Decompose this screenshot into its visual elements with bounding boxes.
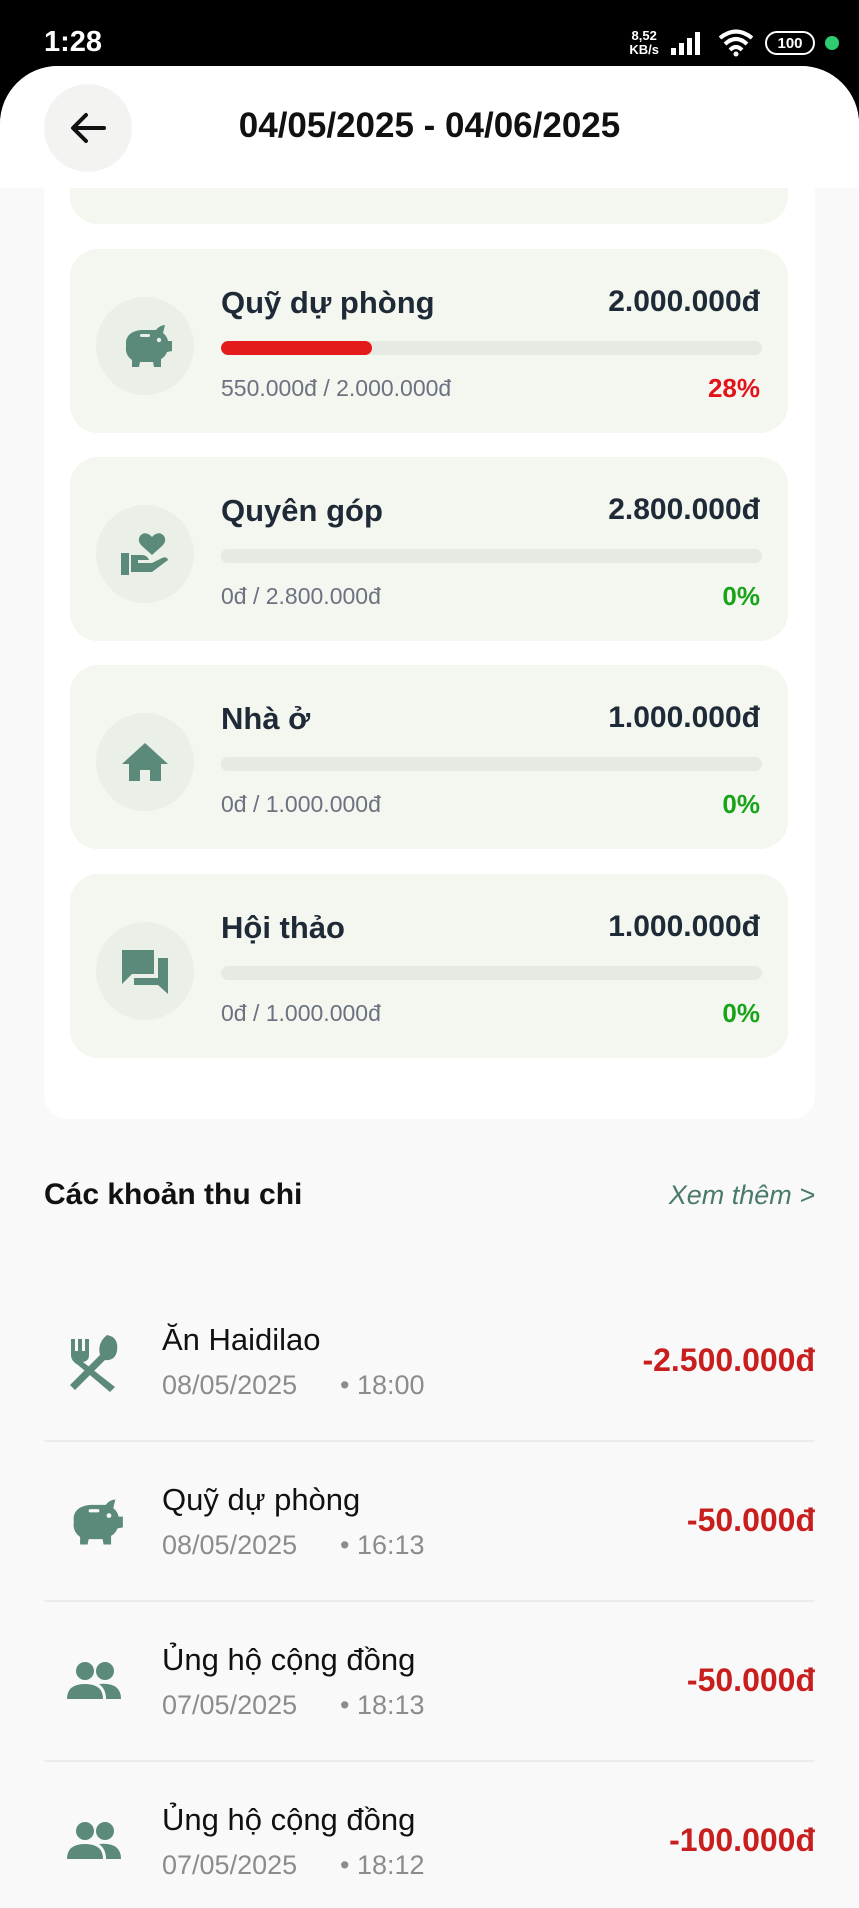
budget-progress-text: 0đ / 1.000.000đ — [221, 791, 381, 817]
net-speed-value: 8,52 — [631, 28, 657, 43]
donation-hand-heart-icon — [121, 533, 168, 575]
net-speed: 8,52 KB/s — [629, 29, 659, 57]
wifi-icon — [718, 29, 754, 57]
budget-progress-track — [221, 341, 762, 355]
transaction-name: Quỹ dự phòng — [162, 1482, 361, 1517]
battery-level: 100 — [777, 34, 803, 52]
budget-percent: 28% — [707, 373, 760, 403]
screen: 04/05/2025 - 04/06/2025 Quỹ dự phòng 2.0… — [0, 66, 859, 1908]
transaction-amount: -50.000đ — [686, 1502, 815, 1538]
status-bar: 1:28 8,52 KB/s 100 — [0, 0, 859, 68]
budget-progress-track — [221, 966, 762, 980]
transaction-amount: -2.500.000đ — [642, 1342, 815, 1378]
budget-name: Quỹ dự phòng — [221, 285, 435, 320]
budget-progress-track — [221, 757, 762, 771]
budget-percent: 0% — [722, 581, 760, 611]
battery-icon: 100 — [765, 31, 815, 55]
chat-bubbles-icon — [122, 950, 168, 994]
budget-total: 2.000.000đ — [608, 285, 760, 318]
transaction-row[interactable]: Quỹ dự phòng 08/05/2025 • 16:13 -50.000đ — [44, 1442, 815, 1602]
privacy-indicator — [825, 36, 839, 50]
budget-icon-circle — [96, 505, 194, 603]
transaction-date: 08/05/2025 — [162, 1530, 298, 1560]
page-title: 04/05/2025 - 04/06/2025 — [238, 106, 621, 145]
transaction-icon — [62, 1810, 126, 1874]
transaction-date: 07/05/2025 — [162, 1850, 298, 1880]
budget-icon-circle — [96, 922, 194, 1020]
budget-progress-text: 0đ / 1.000.000đ — [221, 1000, 381, 1026]
budget-total: 2.800.000đ — [608, 493, 760, 526]
transaction-time: • 18:12 — [340, 1850, 425, 1880]
budget-item[interactable]: Quyên góp 2.800.000đ 0đ / 2.800.000đ 0% — [70, 457, 788, 641]
budget-name: Hội thảo — [221, 910, 345, 945]
transaction-row[interactable]: Ủng hộ cộng đồng 07/05/2025 • 18:13 -50.… — [44, 1602, 815, 1762]
budget-item[interactable]: Quỹ dự phòng 2.000.000đ 550.000đ / 2.000… — [70, 249, 788, 433]
transaction-date: 07/05/2025 — [162, 1690, 298, 1720]
budget-percent: 0% — [722, 789, 760, 819]
home-icon — [122, 743, 168, 781]
transaction-name: Ủng hộ cộng đồng — [162, 1802, 416, 1837]
transaction-time: • 16:13 — [340, 1530, 425, 1560]
piggy-bank-icon — [125, 325, 172, 367]
budget-icon-circle — [96, 297, 194, 395]
transaction-row[interactable]: Ăn Haidilao 08/05/2025 • 18:00 -2.500.00… — [44, 1282, 815, 1442]
transactions-header: Các khoản thu chi Xem thêm > — [44, 1178, 815, 1222]
header: 04/05/2025 - 04/06/2025 — [0, 66, 859, 188]
status-time: 1:28 — [44, 26, 103, 58]
people-icon — [67, 1662, 121, 1699]
people-icon — [67, 1822, 121, 1859]
transaction-time: • 18:13 — [340, 1690, 425, 1720]
piggy-bank-icon — [73, 1499, 123, 1545]
budget-progress-track — [221, 549, 762, 563]
budget-progress-text: 550.000đ / 2.000.000đ — [221, 375, 452, 401]
budget-total: 1.000.000đ — [608, 910, 760, 943]
budget-progress-fill — [221, 341, 373, 355]
see-more-link[interactable]: Xem thêm > — [669, 1180, 815, 1211]
transaction-name: Ăn Haidilao — [162, 1322, 321, 1357]
transaction-name: Ủng hộ cộng đồng — [162, 1642, 416, 1677]
transactions-title: Các khoản thu chi — [44, 1178, 303, 1211]
transaction-icon — [62, 1330, 126, 1394]
budget-item[interactable]: Hội thảo 1.000.000đ 0đ / 1.000.000đ 0% — [70, 874, 788, 1058]
transaction-amount: -100.000đ — [669, 1822, 815, 1858]
transaction-time: • 18:00 — [340, 1370, 425, 1400]
budget-name: Nhà ở — [221, 701, 311, 736]
budget-total: 1.000.000đ — [608, 701, 760, 734]
transaction-amount: -50.000đ — [686, 1662, 815, 1698]
transaction-icon — [62, 1650, 126, 1714]
budget-item[interactable]: Nhà ở 1.000.000đ 0đ / 1.000.000đ 0% — [70, 665, 788, 849]
fork-spoon-icon — [70, 1335, 118, 1392]
transaction-icon — [62, 1490, 126, 1554]
net-speed-unit: KB/s — [629, 42, 659, 57]
status-icons: 8,52 KB/s 100 — [629, 26, 839, 60]
transaction-row[interactable]: Ủng hộ cộng đồng 07/05/2025 • 18:12 -100… — [44, 1762, 815, 1908]
budget-name: Quyên góp — [221, 493, 383, 528]
transaction-date: 08/05/2025 — [162, 1370, 298, 1400]
signal-icon — [671, 32, 700, 55]
budget-progress-text: 0đ / 2.800.000đ — [221, 583, 381, 609]
budget-icon-circle — [96, 713, 194, 811]
budget-percent: 0% — [722, 998, 760, 1028]
